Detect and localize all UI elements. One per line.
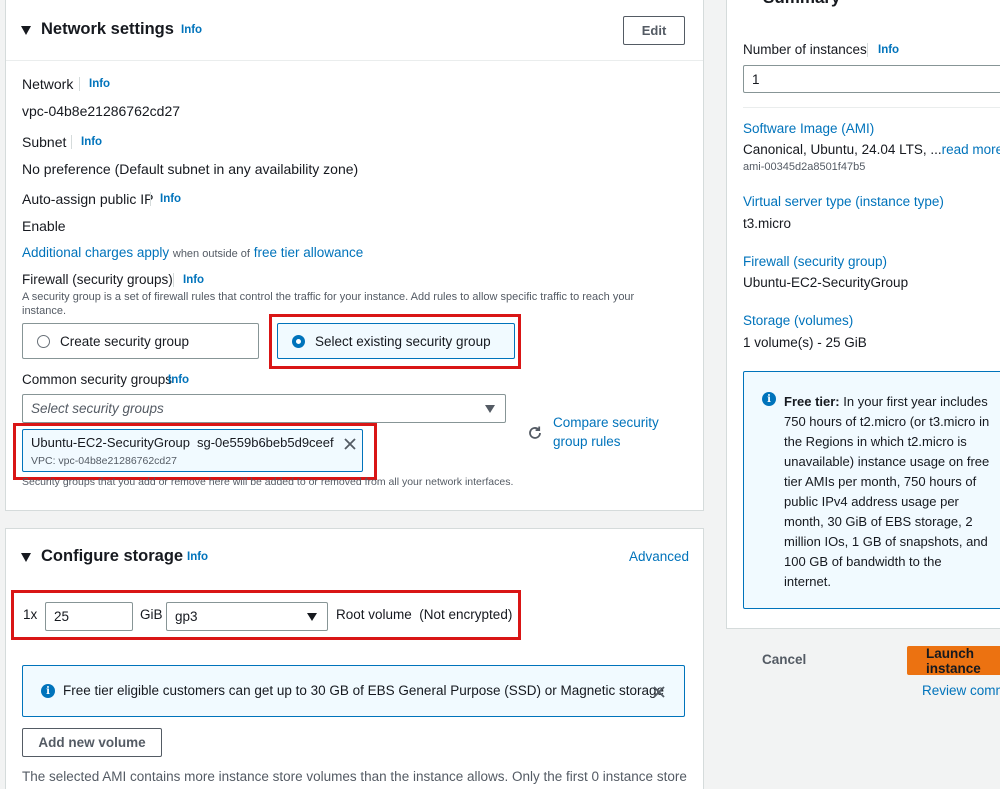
create-security-group-option[interactable]: Create security group xyxy=(22,323,259,359)
highlight-box-security-group-token xyxy=(13,423,377,480)
free-tier-allowance-link[interactable]: free tier allowance xyxy=(254,245,364,260)
common-security-groups-label: Common security groups xyxy=(22,372,173,387)
free-tier-line: 750 hours of t2.micro (or t3.micro in xyxy=(784,414,990,429)
compare-security-rules-link-line2[interactable]: group rules xyxy=(553,434,621,449)
subnet-info-link[interactable]: Info xyxy=(81,136,102,148)
separator xyxy=(79,77,80,91)
free-tier-bold-label: Free tier: xyxy=(784,394,840,409)
subnet-value: No preference (Default subnet in any ava… xyxy=(22,161,359,177)
ami-id: ami-00345d2a8501f47b5 xyxy=(743,161,866,173)
free-tier-line: In your first year includes xyxy=(843,394,988,409)
highlight-box-storage-row xyxy=(11,590,521,640)
dismiss-alert-close-icon[interactable] xyxy=(652,685,666,699)
firewall-info-link[interactable]: Info xyxy=(183,274,204,286)
free-tier-line: internet. xyxy=(784,574,831,589)
software-image-value: Canonical, Ubuntu, 24.04 LTS, ... xyxy=(743,142,942,157)
network-info-link[interactable]: Info xyxy=(181,24,202,36)
divider xyxy=(743,107,1000,108)
free-tier-text: Free tier: In your first year includes 7… xyxy=(784,392,1000,592)
free-tier-line: the Regions in which t2.micro is xyxy=(784,434,967,449)
network-label: Network xyxy=(22,76,74,92)
free-tier-line: tier AMIs per month, 750 hours of xyxy=(784,474,977,489)
instances-info-link[interactable]: Info xyxy=(878,44,899,56)
security-groups-placeholder: Select security groups xyxy=(31,401,164,416)
network-field-info-link[interactable]: Info xyxy=(89,78,110,90)
info-circle-icon: i xyxy=(762,392,776,406)
storage-info-link[interactable]: Info xyxy=(187,551,208,563)
collapse-caret-icon[interactable] xyxy=(21,26,31,35)
radio-unselected[interactable] xyxy=(37,334,50,348)
free-tier-info-box: i Free tier: In your first year includes… xyxy=(743,371,1000,609)
storage-summary-link[interactable]: Storage (volumes) xyxy=(743,313,853,328)
public-ip-label: Auto-assign public IP xyxy=(22,191,154,207)
review-commands-link[interactable]: Review commands xyxy=(922,683,1000,698)
separator xyxy=(867,43,868,57)
instance-type-value: t3.micro xyxy=(743,216,792,231)
separator xyxy=(71,135,72,149)
additional-charges-link[interactable]: Additional charges apply xyxy=(22,245,169,260)
edit-button[interactable]: Edit xyxy=(623,16,685,45)
collapse-caret-icon[interactable] xyxy=(21,553,31,562)
summary-title: Summary xyxy=(763,0,840,8)
software-image-line: Canonical, Ubuntu, 24.04 LTS, ...read mo… xyxy=(743,142,1000,157)
free-tier-line: million IOs, 1 GB of snapshots, and xyxy=(784,534,988,549)
firewall-summary-link[interactable]: Firewall (security group) xyxy=(743,254,887,269)
firewall-description-line2: instance. xyxy=(22,305,67,317)
security-groups-select[interactable]: Select security groups xyxy=(22,394,506,423)
free-tier-line: 100 GB of bandwidth to the xyxy=(784,554,942,569)
separator xyxy=(173,273,174,287)
subnet-label: Subnet xyxy=(22,134,67,150)
advanced-link[interactable]: Advanced xyxy=(629,549,689,564)
cancel-button[interactable]: Cancel xyxy=(762,652,806,667)
security-groups-footer-note: Security groups that you add or remove h… xyxy=(22,476,514,488)
ami-instance-store-note: The selected AMI contains more instance … xyxy=(22,769,687,784)
refresh-icon[interactable] xyxy=(527,425,543,441)
firewall-summary-value: Ubuntu-EC2-SecurityGroup xyxy=(743,275,909,290)
configure-storage-title: Configure storage xyxy=(41,547,184,565)
public-ip-value: Enable xyxy=(22,218,66,234)
network-value: vpc-04b8e21286762cd27 xyxy=(22,103,181,119)
highlight-box-select-existing xyxy=(269,314,521,369)
add-new-volume-button[interactable]: Add new volume xyxy=(22,728,162,757)
free-tier-line: unavailable) instance usage on free xyxy=(784,454,990,469)
charges-line: Additional charges apply when outside of… xyxy=(22,245,363,260)
free-tier-storage-alert: i Free tier eligible customers can get u… xyxy=(22,665,685,717)
charges-connector: when outside of xyxy=(172,248,250,260)
free-tier-line: month, 30 GiB of EBS storage, 2 xyxy=(784,514,973,529)
launch-instance-button[interactable]: Launch instance xyxy=(907,646,1000,676)
alert-message: Free tier eligible customers can get up … xyxy=(63,683,665,698)
common-sg-info-link[interactable]: Info xyxy=(168,374,189,386)
instance-type-link[interactable]: Virtual server type (instance type) xyxy=(743,194,944,209)
dropdown-caret-icon xyxy=(485,404,495,413)
software-image-link[interactable]: Software Image (AMI) xyxy=(743,121,874,136)
firewall-label: Firewall (security groups) xyxy=(22,272,173,287)
number-of-instances-label: Number of instances xyxy=(743,42,867,57)
create-security-group-label: Create security group xyxy=(60,333,190,349)
number-of-instances-input[interactable]: 1 xyxy=(743,65,1000,93)
read-more-link[interactable]: read more xyxy=(942,142,1000,157)
separator xyxy=(150,192,151,206)
free-tier-line: public IPv4 address usage per xyxy=(784,494,959,509)
compare-security-rules-link-line1[interactable]: Compare security xyxy=(553,415,659,430)
storage-summary-value: 1 volume(s) - 25 GiB xyxy=(743,335,867,350)
info-circle-icon: i xyxy=(41,684,55,698)
public-ip-info-link[interactable]: Info xyxy=(160,193,181,205)
divider xyxy=(6,60,703,61)
network-settings-title: Network settings xyxy=(41,20,174,38)
firewall-description-line1: A security group is a set of firewall ru… xyxy=(22,291,635,303)
